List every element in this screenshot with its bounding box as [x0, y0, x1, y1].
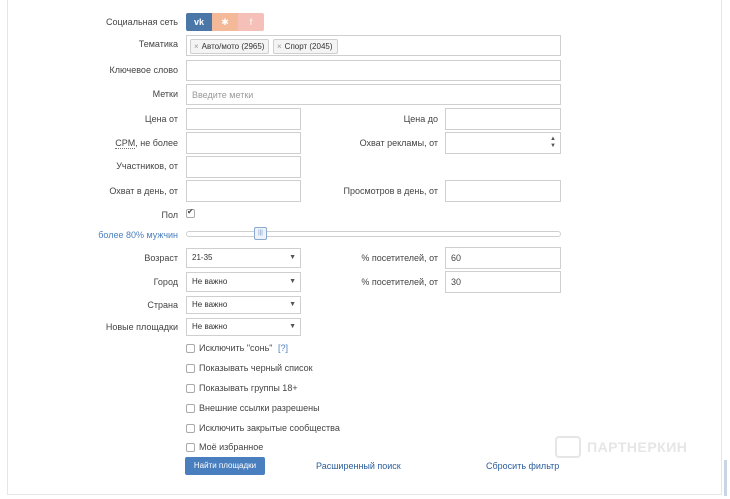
daily-views-label: Просмотров в день, от: [343, 186, 438, 196]
members-label: Участников, от: [116, 161, 178, 171]
exclude-closed-label: Исключить закрытые сообщества: [199, 423, 340, 433]
number-spinner[interactable]: ▲ ▼: [549, 136, 557, 150]
gender-slider-caption: более 80% мужчин: [98, 230, 178, 240]
age-select[interactable]: 21-35 ▼: [186, 248, 301, 268]
favorites-checkbox[interactable]: [186, 443, 195, 452]
new-sites-select[interactable]: Не важно ▼: [186, 318, 301, 336]
age-percent-label: % посетителей, от: [361, 253, 438, 263]
dropdown-arrow-icon: ▼: [289, 254, 296, 261]
exclude-sleepers-label: Исключить "сонь" [?]: [199, 343, 289, 353]
favorites-label: Моё избранное: [199, 442, 264, 452]
price-to-label: Цена до: [403, 114, 438, 124]
help-link[interactable]: [?]: [278, 343, 288, 353]
advanced-search-link[interactable]: Расширенный поиск: [316, 461, 401, 471]
dropdown-arrow-icon: ▼: [289, 278, 296, 285]
gender-label: Пол: [161, 210, 178, 220]
topic-tag[interactable]: × Спорт (2045): [273, 39, 338, 54]
dropdown-arrow-icon: ▼: [289, 323, 296, 330]
watermark: ПАРТНЕРКИН: [555, 436, 705, 460]
chat-bubble-icon: [555, 436, 581, 458]
vk-button[interactable]: vk: [186, 13, 212, 31]
scrollbar-thumb[interactable]: [724, 460, 727, 496]
reach-input[interactable]: ▲ ▼: [445, 132, 561, 154]
city-percent-input[interactable]: 30: [445, 271, 561, 293]
daily-views-input[interactable]: [445, 180, 561, 202]
fb-icon: f: [249, 17, 253, 27]
daily-reach-label: Охват в день, от: [109, 186, 178, 196]
remove-icon[interactable]: ×: [194, 42, 199, 51]
gender-slider-track[interactable]: [186, 231, 561, 237]
members-input[interactable]: [186, 156, 301, 178]
city-select[interactable]: Не важно ▼: [186, 272, 301, 292]
reach-label: Охват рекламы, от: [359, 138, 438, 148]
social-network-label: Социальная сеть: [106, 17, 178, 27]
gender-slider-handle[interactable]: |||: [254, 227, 267, 240]
reset-filter-link[interactable]: Сбросить фильтр: [486, 461, 559, 471]
daily-reach-input[interactable]: [186, 180, 301, 202]
keyword-label: Ключевое слово: [109, 65, 178, 75]
price-to-input[interactable]: [445, 108, 561, 130]
fb-button[interactable]: f: [238, 13, 264, 31]
external-links-checkbox[interactable]: [186, 404, 195, 413]
tags-input[interactable]: Введите метки: [186, 84, 561, 105]
new-sites-label: Новые площадки: [105, 322, 178, 332]
cpm-label: CPM, не более: [115, 138, 178, 149]
topic-label: Тематика: [138, 39, 178, 49]
dropdown-arrow-icon: ▼: [289, 301, 296, 308]
cpm-abbr[interactable]: CPM: [115, 138, 136, 149]
show-18plus-checkbox[interactable]: [186, 384, 195, 393]
keyword-input[interactable]: [186, 60, 561, 81]
age-label: Возраст: [144, 253, 178, 263]
ok-icon: ✱: [221, 17, 229, 27]
show-blacklist-checkbox[interactable]: [186, 364, 195, 373]
city-label: Город: [153, 277, 178, 287]
external-links-label: Внешние ссылки разрешены: [199, 403, 320, 413]
exclude-closed-checkbox[interactable]: [186, 424, 195, 433]
country-select[interactable]: Не важно ▼: [186, 296, 301, 314]
ok-button[interactable]: ✱: [212, 13, 238, 31]
tags-label: Метки: [152, 89, 178, 99]
gender-checkbox[interactable]: [186, 207, 195, 218]
topic-tag[interactable]: × Авто/мото (2965): [190, 39, 270, 54]
remove-icon[interactable]: ×: [277, 42, 282, 51]
age-percent-input[interactable]: 60: [445, 247, 561, 269]
price-from-label: Цена от: [144, 114, 178, 124]
exclude-sleepers-checkbox[interactable]: [186, 344, 195, 353]
country-label: Страна: [147, 300, 178, 310]
vk-icon: vk: [193, 17, 204, 27]
find-sites-button[interactable]: Найти площадки: [185, 457, 265, 475]
price-from-input[interactable]: [186, 108, 301, 130]
city-percent-label: % посетителей, от: [361, 277, 438, 287]
cpm-input[interactable]: [186, 132, 301, 154]
show-blacklist-label: Показывать черный список: [199, 363, 313, 373]
topic-tags-input[interactable]: × Авто/мото (2965) × Спорт (2045): [186, 35, 561, 56]
show-18plus-label: Показывать группы 18+: [199, 383, 298, 393]
